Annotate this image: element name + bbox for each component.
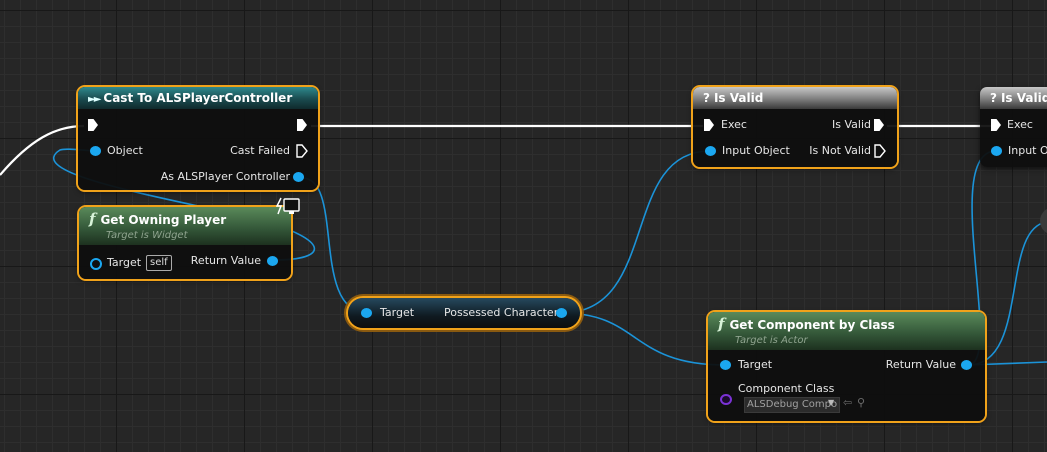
is-not-valid-label: Is Not Valid [809, 144, 871, 157]
get-component-target-pin[interactable] [720, 360, 731, 370]
component-class-label: Component Class [738, 382, 835, 395]
cast-as-label: As ALSPlayer Controller [160, 170, 290, 183]
cast-failed-pin[interactable] [296, 144, 308, 158]
is-valid-2-title: Is Valid [1000, 91, 1047, 105]
is-valid-node[interactable]: ? Is Valid Exec Is Valid Input Object Is … [693, 87, 897, 167]
is-valid-2-input-label: Input Ob [1008, 144, 1047, 157]
is-valid-exec-label: Exec [721, 118, 747, 131]
use-selected-arrow-icon[interactable]: ⇦ [843, 396, 852, 409]
component-class-dropdown[interactable]: ALSDebug Compo [744, 397, 840, 413]
get-owning-player-node[interactable]: f Get Owning Player Target is Widget Targ… [79, 207, 291, 279]
question-icon: ? [990, 91, 997, 105]
cast-node-title: Cast To ALSPlayerController [103, 91, 293, 105]
is-valid-title: Is Valid [713, 91, 764, 105]
gop-return-label: Return Value [190, 254, 261, 267]
get-component-return-label: Return Value [885, 358, 956, 371]
cast-object-pin[interactable] [90, 146, 101, 156]
possessed-target-pin[interactable] [361, 308, 372, 318]
get-component-by-class-node[interactable]: f Get Component by Class Target is Actor … [708, 312, 985, 421]
exec-wire-in [0, 124, 85, 176]
get-component-target-label: Target [738, 358, 773, 371]
possessed-character-node[interactable]: Target Possessed Character [348, 298, 580, 328]
wire-possessed-to-compo-target [561, 312, 726, 366]
wire-aspc-to-target [301, 177, 369, 314]
is-valid-2-header[interactable]: ? Is Valid [980, 87, 1047, 109]
browse-search-icon[interactable]: ⚲ [857, 396, 865, 409]
server-client-icon [276, 197, 300, 215]
get-component-subtitle: Target is Actor [735, 335, 808, 346]
chevron-down-icon[interactable]: ▼ [828, 398, 834, 407]
cast-node-header[interactable]: ►► Cast To ALSPlayerController [78, 87, 318, 109]
is-valid-node-2[interactable]: ?Is Valid Exec Input Ob [980, 87, 1047, 167]
component-class-value: ALSDebug Compo [747, 399, 838, 410]
possessed-output-label: Possessed Character [444, 306, 559, 319]
cast-arrows-icon: ►► [88, 94, 101, 105]
function-icon: f [718, 315, 725, 333]
cast-object-label: Object [107, 144, 143, 157]
get-component-header[interactable]: f Get Component by Class Target is Actor [708, 312, 985, 350]
is-valid-out-label: Is Valid [832, 118, 871, 131]
component-class-pin[interactable] [720, 394, 732, 405]
gop-target-default[interactable]: self [146, 255, 172, 271]
get-owning-player-subtitle: Target is Widget [106, 230, 188, 241]
get-owning-player-header[interactable]: f Get Owning Player Target is Widget [79, 207, 291, 245]
gop-return-pin[interactable] [267, 256, 278, 266]
is-valid-input-pin[interactable] [705, 146, 716, 156]
question-icon: ? [703, 91, 710, 105]
possessed-target-label: Target [380, 306, 415, 319]
is-not-valid-pin[interactable] [874, 144, 886, 158]
wire-possessed-to-input [561, 150, 711, 314]
cast-failed-label: Cast Failed [230, 144, 290, 157]
possessed-output-pin[interactable] [556, 308, 567, 318]
is-valid-2-input-pin[interactable] [991, 146, 1002, 156]
gop-target-label: Target [107, 256, 142, 269]
function-icon: f [89, 210, 96, 228]
is-valid-input-label: Input Object [722, 144, 790, 157]
cast-as-pin[interactable] [293, 172, 304, 182]
is-valid-2-exec-label: Exec [1007, 118, 1033, 131]
blueprint-graph-canvas[interactable]: ►► Cast To ALSPlayerController Object Cas… [0, 0, 1047, 452]
is-valid-header[interactable]: ? Is Valid [693, 87, 897, 109]
get-component-return-pin[interactable] [961, 360, 972, 370]
gop-target-pin[interactable] [90, 258, 102, 270]
cast-node[interactable]: ►► Cast To ALSPlayerController Object Cas… [78, 87, 318, 190]
